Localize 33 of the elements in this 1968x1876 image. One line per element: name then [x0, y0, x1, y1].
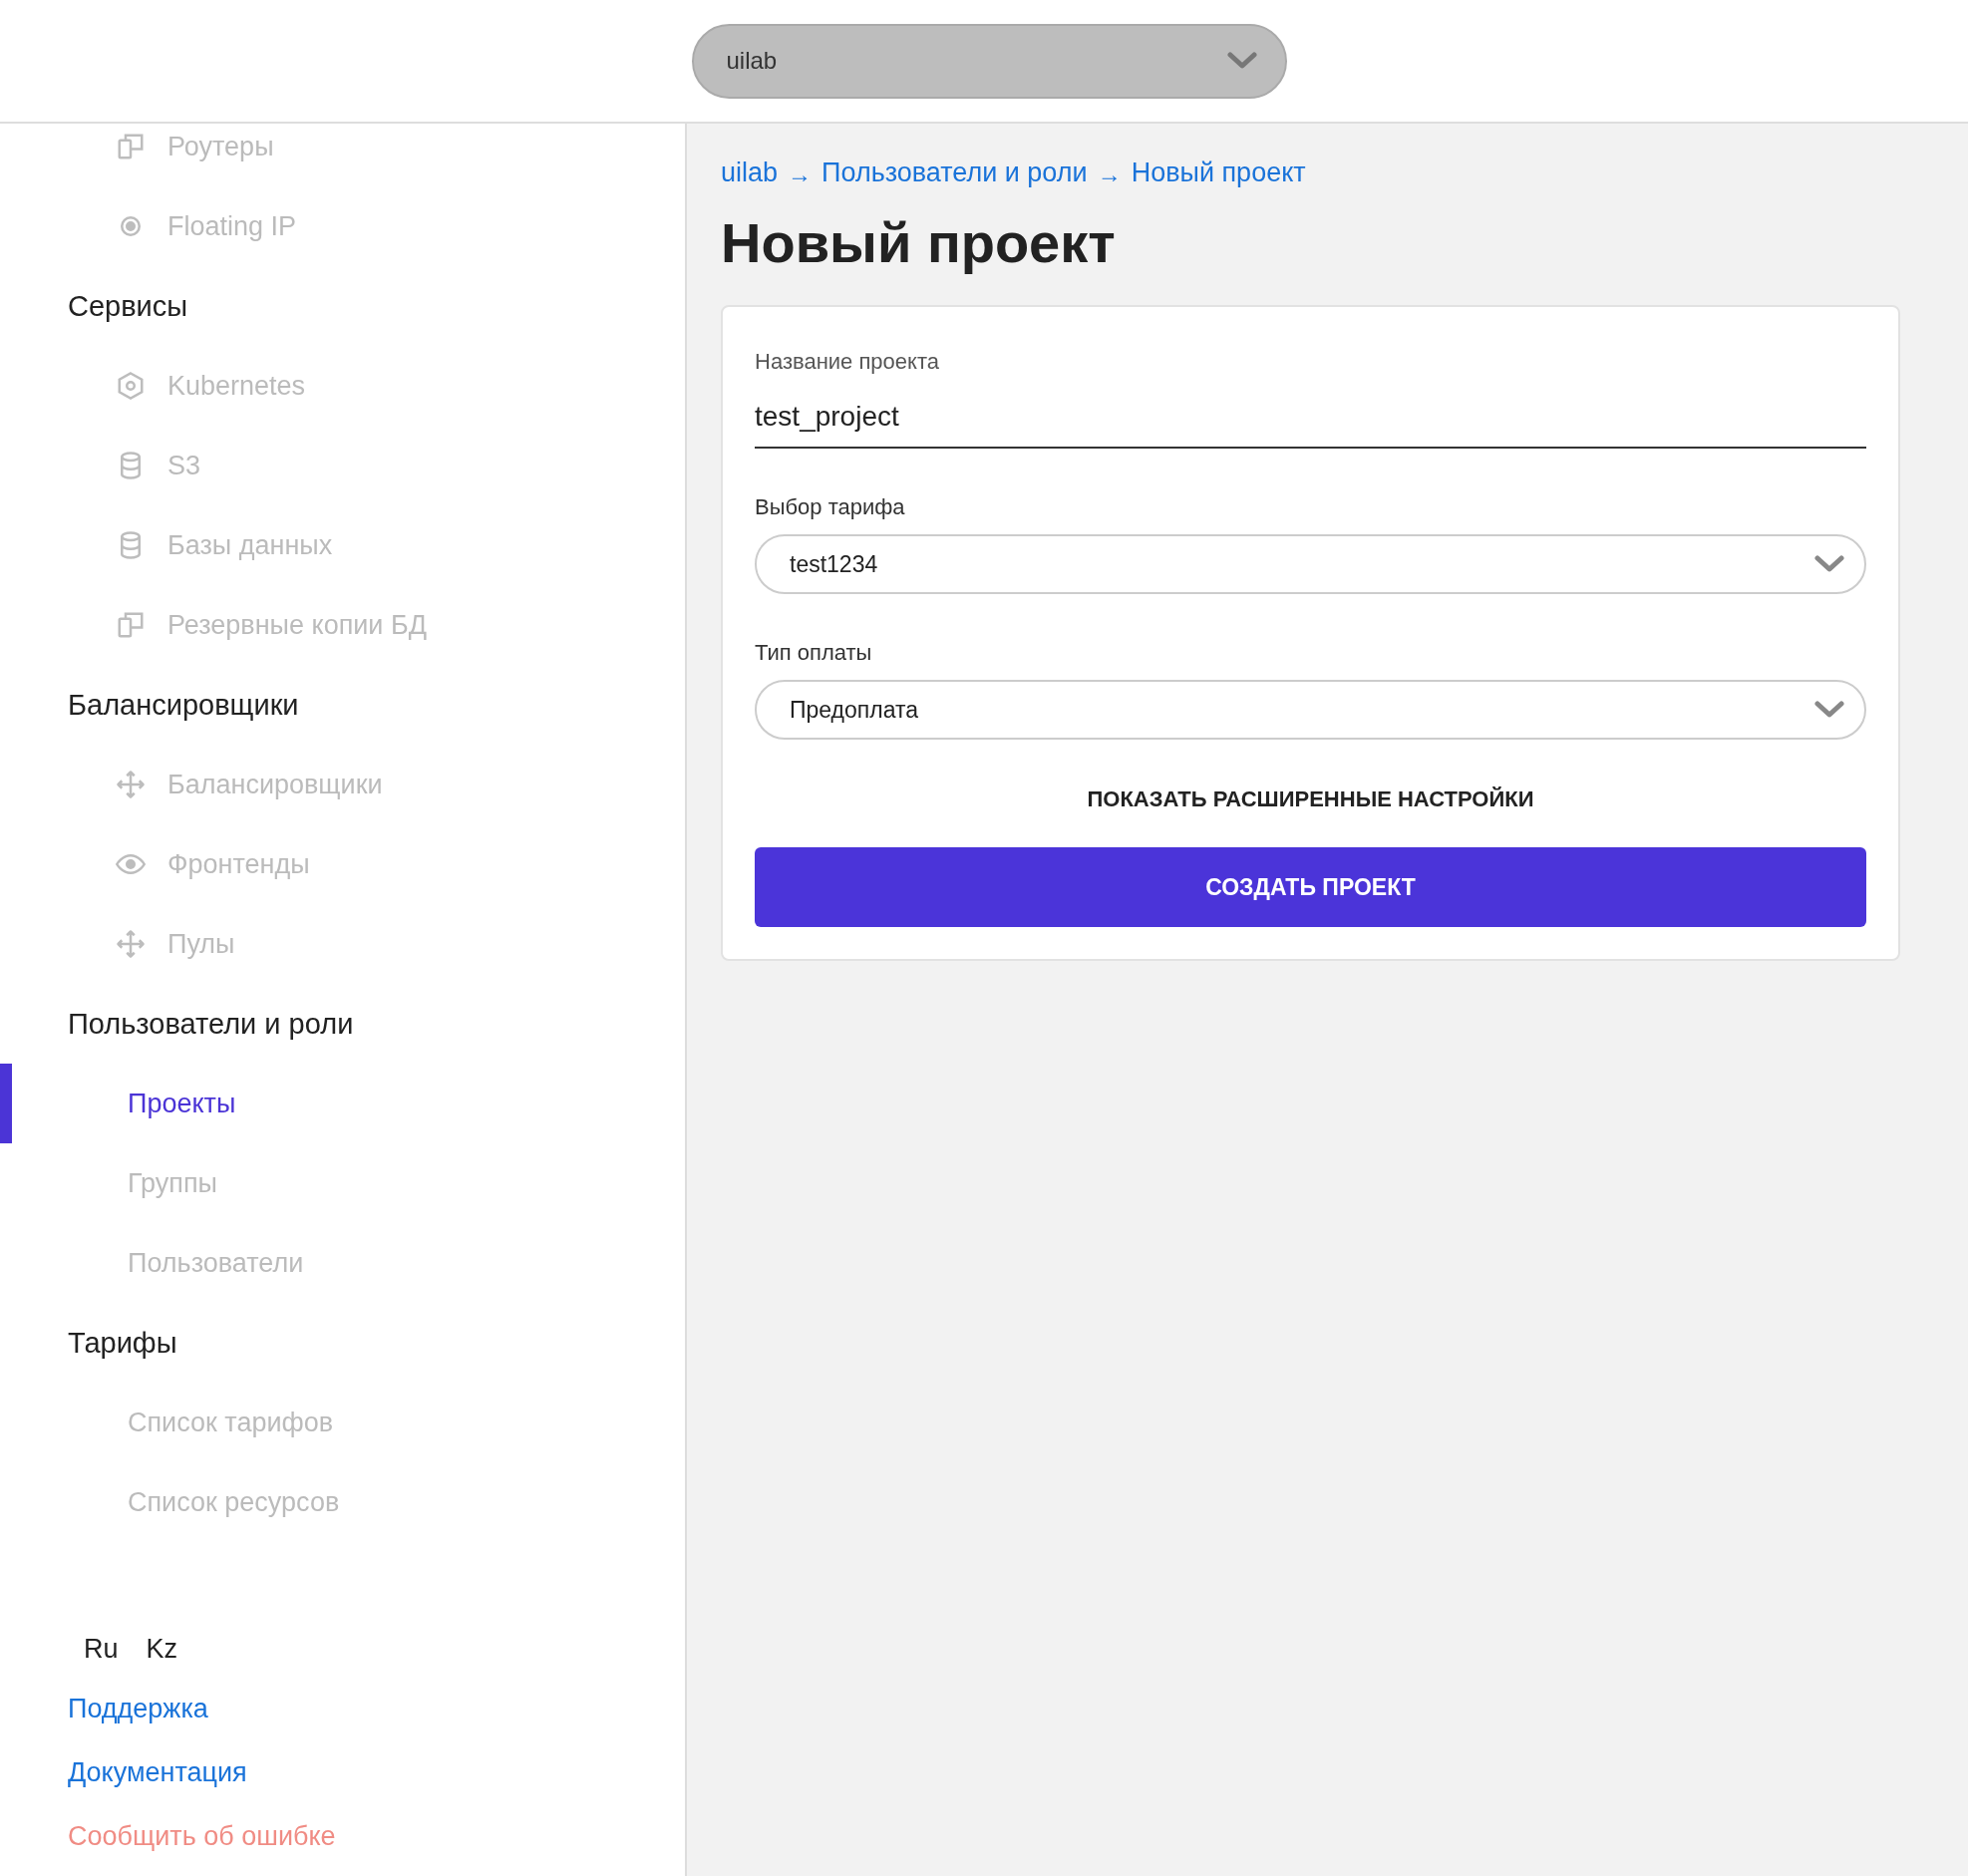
sidebar-item[interactable]: Проекты — [128, 1088, 236, 1119]
move-arrows-icon — [116, 770, 146, 799]
hexagon-icon — [116, 371, 146, 401]
field-label: Название проекта — [755, 349, 940, 375]
sidebar-link[interactable]: Сообщить об ошибке — [68, 1820, 336, 1852]
breadcrumb-link[interactable]: Новый проект — [1131, 157, 1306, 188]
sidebar-section-heading: Тарифы — [68, 1326, 177, 1360]
advanced-settings-toggle[interactable]: ПОКАЗАТЬ РАСШИРЕННЫЕ НАСТРОЙКИ — [1081, 785, 1540, 813]
field-label: Выбор тарифа — [755, 494, 906, 520]
sidebar-link[interactable]: Поддержка — [68, 1693, 208, 1724]
sidebar-section-heading: Сервисы — [68, 289, 188, 323]
copy-icon — [116, 132, 146, 161]
breadcrumb-separator: → — [788, 160, 813, 188]
field-label: Тип оплаты — [755, 640, 873, 666]
create-project-button[interactable]: СОЗДАТЬ ПРОЕКТ — [755, 847, 1866, 927]
chevron-down-icon — [1814, 700, 1844, 720]
sidebar-link[interactable]: Документация — [68, 1756, 247, 1788]
language-option[interactable]: Ru — [84, 1633, 119, 1665]
page-title: Новый проект — [721, 210, 1117, 275]
language-option[interactable]: Kz — [146, 1633, 178, 1665]
sidebar-section-heading: Балансировщики — [68, 688, 299, 722]
breadcrumb-separator: → — [1097, 160, 1122, 188]
copy-icon — [116, 610, 146, 640]
breadcrumb-link[interactable]: Пользователи и роли — [821, 157, 1088, 188]
project-select[interactable]: uilab — [691, 23, 1287, 99]
breadcrumb-link[interactable]: uilab — [721, 157, 779, 188]
chevron-down-icon — [1226, 51, 1257, 71]
select-field[interactable]: test1234 — [755, 534, 1866, 594]
chevron-down-icon — [1814, 554, 1844, 574]
input-field[interactable]: test_project — [755, 389, 1866, 449]
select-field[interactable]: Предоплата — [755, 680, 1866, 740]
sidebar-section-heading: Пользователи и роли — [68, 1007, 354, 1041]
move-arrows-icon — [116, 929, 146, 959]
